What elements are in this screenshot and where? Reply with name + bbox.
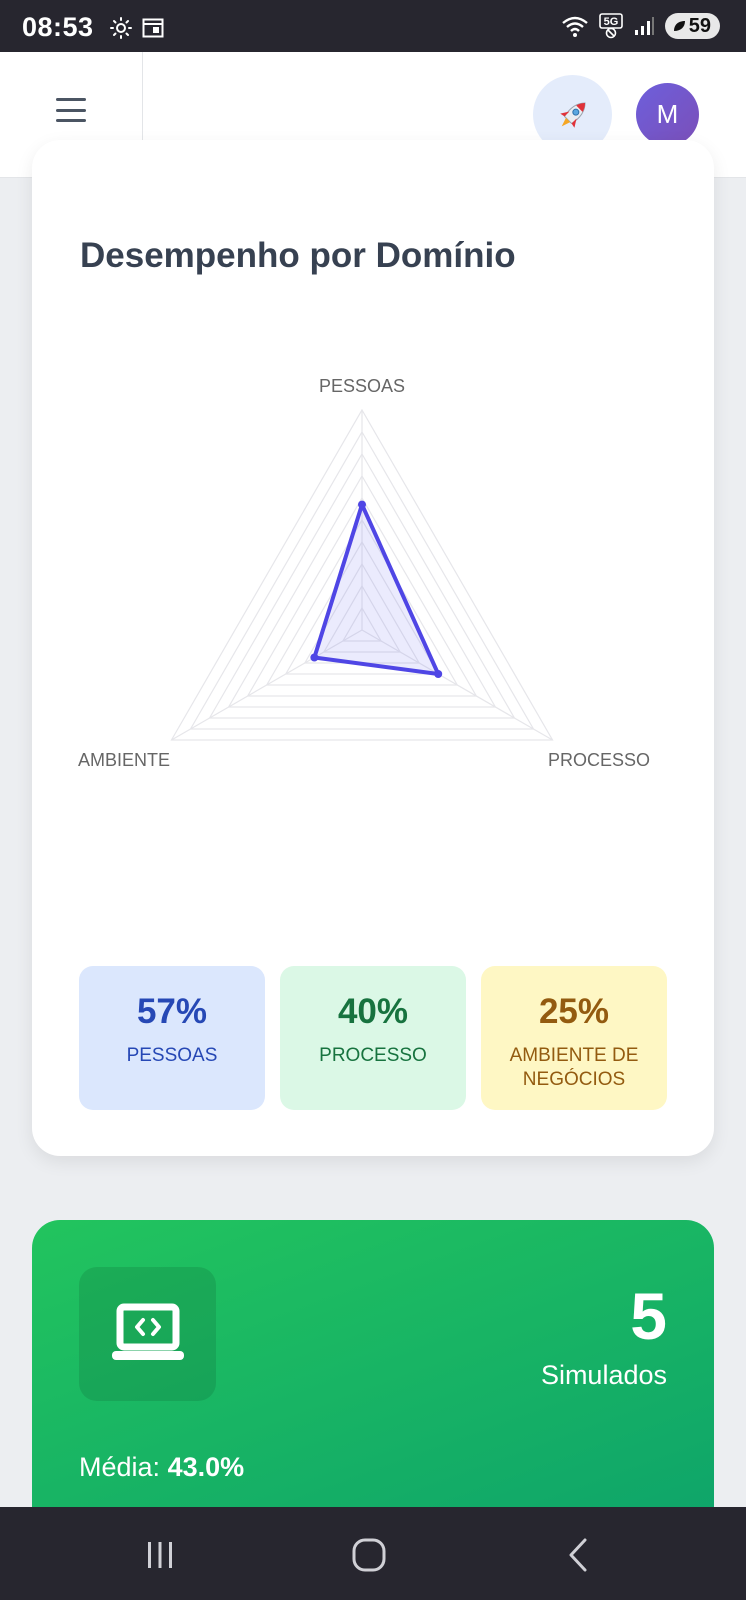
- avatar-initial: M: [656, 99, 679, 129]
- axis-label-processo: PROCESSO: [548, 750, 650, 770]
- stat-tile-pessoas: 57% PESSOAS: [79, 966, 265, 1110]
- recents-button[interactable]: [136, 1531, 184, 1579]
- signal-icon: [634, 17, 654, 35]
- status-bar: 08:53 5G 59: [0, 0, 746, 52]
- exam-count: 5: [630, 1279, 667, 1353]
- wifi-icon: [561, 16, 588, 37]
- calendar-icon: [142, 18, 164, 38]
- domain-performance-card: Desempenho por Domínio PESSOAS PROCESSO …: [32, 140, 714, 1156]
- axis-label-pessoas: PESSOAS: [319, 376, 405, 396]
- network-5g-icon: 5G: [598, 13, 623, 39]
- stat-label: AMBIENTE DE NEGÓCIOS: [509, 1045, 639, 1090]
- card-title: Desempenho por Domínio: [80, 236, 516, 275]
- radar-point-ambiente: [310, 653, 319, 662]
- exam-average: Média: 43.0%: [79, 1452, 244, 1483]
- stat-tile-ambiente: 25% AMBIENTE DE NEGÓCIOS: [481, 966, 667, 1110]
- radar-series-area: [312, 502, 441, 676]
- stat-tile-processo: 40% PROCESSO: [280, 966, 466, 1110]
- radar-point-processo: [434, 670, 443, 678]
- exam-icon-box: [79, 1267, 216, 1401]
- home-button[interactable]: [345, 1531, 393, 1579]
- recents-icon: [148, 1542, 172, 1568]
- axis-label-ambiente: AMBIENTE: [78, 750, 170, 770]
- exam-average-value: 43.0%: [167, 1452, 245, 1482]
- stat-label: PROCESSO: [319, 1045, 427, 1066]
- back-icon: [569, 1538, 587, 1572]
- status-time: 08:53: [22, 12, 94, 42]
- battery-indicator: 59: [664, 13, 720, 39]
- battery-level: 59: [688, 14, 711, 37]
- user-avatar[interactable]: M: [636, 83, 699, 146]
- svg-text:5G: 5G: [603, 16, 618, 28]
- stat-value: 40%: [337, 992, 409, 1031]
- brightness-icon: [110, 17, 132, 39]
- stat-value: 57%: [136, 992, 208, 1031]
- stat-value: 25%: [538, 992, 610, 1031]
- radar-point-pessoas: [358, 500, 366, 509]
- exam-count-label: Simulados: [540, 1360, 667, 1390]
- stat-label: PESSOAS: [126, 1045, 218, 1066]
- laptop-code-icon: [111, 1303, 184, 1360]
- radar-chart: PESSOAS PROCESSO AMBIENTE: [78, 376, 650, 770]
- battery-saver-icon: [673, 21, 685, 31]
- system-nav-bar: [0, 1507, 746, 1600]
- rocket-icon: [559, 101, 586, 128]
- hamburger-menu-icon[interactable]: [56, 96, 86, 124]
- exam-average-label: Média:: [79, 1452, 161, 1482]
- home-icon: [352, 1538, 386, 1572]
- back-button[interactable]: [554, 1531, 602, 1579]
